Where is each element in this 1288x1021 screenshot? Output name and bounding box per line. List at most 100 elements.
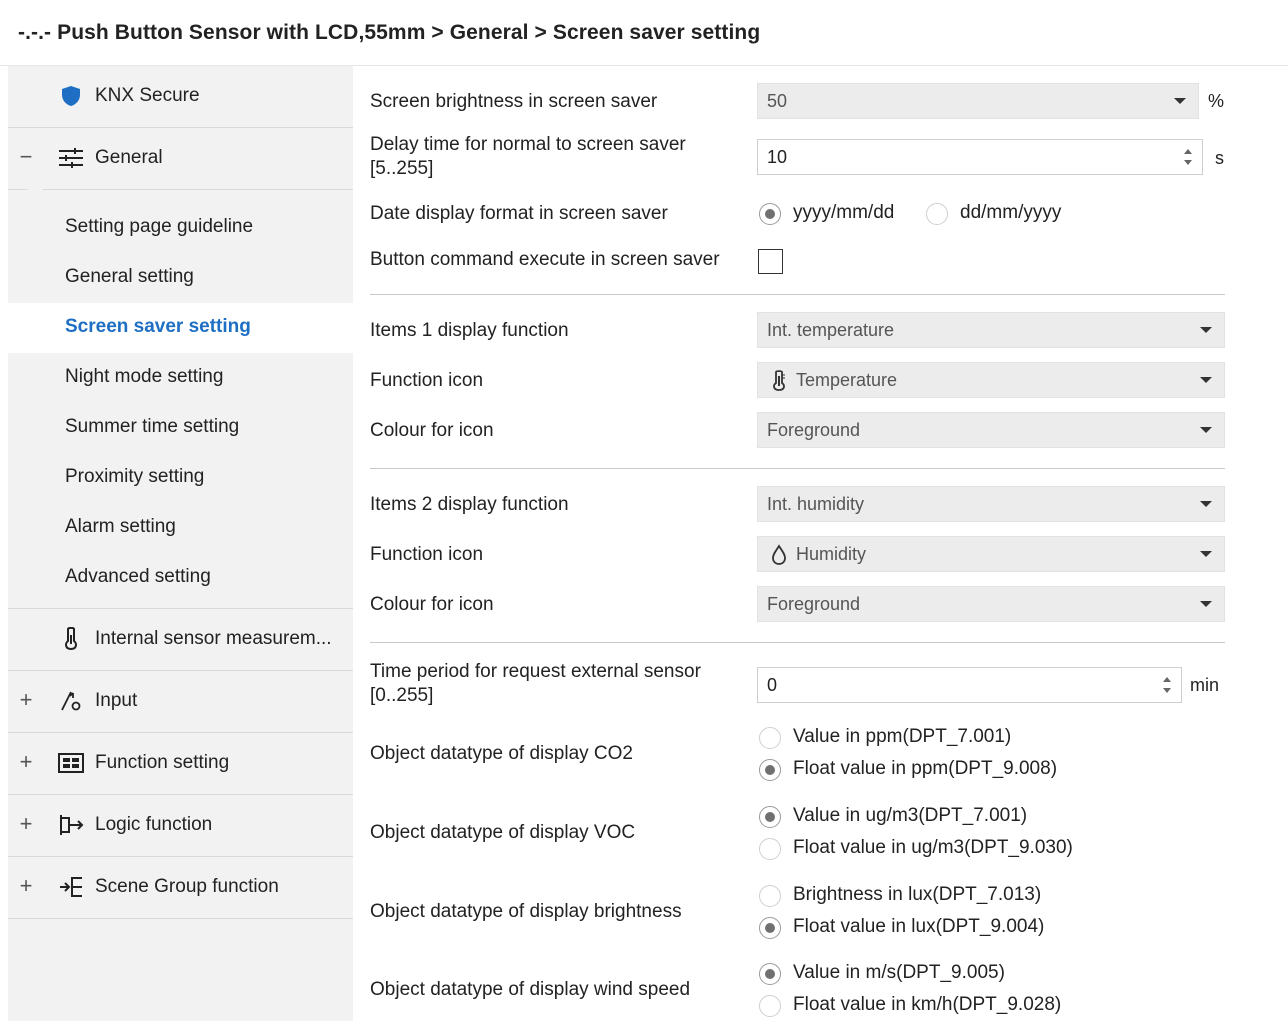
brightness-unit: % — [1208, 91, 1225, 111]
item1-icon-value: Temperature — [796, 370, 898, 390]
period-unit: min — [1190, 675, 1220, 695]
sidebar-item-input[interactable]: + Input — [8, 671, 353, 733]
radio-label: Value in m/s(DPT_9.005) — [793, 962, 1005, 983]
sidebar-subitem-general-setting[interactable]: General setting — [8, 253, 353, 303]
brightness-select[interactable]: 50 — [757, 83, 1199, 119]
brightness-value: 50 — [767, 91, 788, 111]
item1-colour-select[interactable]: Foreground — [757, 412, 1225, 448]
sidebar-item-label: KNX Secure — [95, 85, 200, 106]
radio-label: Float value in ug/m3(DPT_9.030) — [793, 837, 1073, 858]
logic-icon — [58, 812, 84, 838]
item2-icon-select[interactable]: Humidity — [757, 536, 1225, 572]
sidebar-subitem-proximity-setting[interactable]: Proximity setting — [8, 453, 353, 503]
sidebar-subitem-label: General setting — [65, 266, 194, 287]
radio-circle — [759, 759, 781, 781]
sidebar-item-label: Scene Group function — [95, 876, 279, 897]
sidebar-item-internal-sensor[interactable]: Internal sensor measurem... — [8, 609, 353, 671]
period-value: 0 — [767, 675, 778, 695]
radio-label: Brightness in lux(DPT_7.013) — [793, 884, 1042, 905]
item1-display-label: Items 1 display function — [370, 320, 569, 341]
delay-spinbox[interactable]: 10 — [757, 139, 1203, 175]
item2-icon-value: Humidity — [796, 544, 867, 564]
section-divider — [370, 294, 1225, 295]
sidebar-item-logic-function[interactable]: + Logic function — [8, 795, 353, 857]
chevron-down-icon — [1200, 427, 1212, 433]
delay-range-label: [5..255] — [370, 158, 434, 179]
radio-label: Float value in lux(DPT_9.004) — [793, 916, 1045, 937]
sidebar-subitem-advanced-setting[interactable]: Advanced setting — [8, 553, 353, 603]
item2-display-label: Items 2 display function — [370, 494, 569, 515]
spin-up-icon[interactable] — [1163, 677, 1171, 682]
sidebar-item-function-setting[interactable]: + Function setting — [8, 733, 353, 795]
item1-display-select[interactable]: Int. temperature — [757, 312, 1225, 348]
scene-icon — [58, 874, 84, 900]
expand-icon[interactable]: + — [18, 873, 34, 899]
item2-colour-value: Foreground — [767, 594, 861, 614]
delay-label: Delay time for normal to screen saver — [370, 134, 686, 155]
sidebar-subitem-label: Screen saver setting — [65, 316, 251, 337]
sidebar-item-knx-secure[interactable]: KNX Secure — [8, 66, 353, 128]
radio-circle — [926, 203, 948, 225]
sidebar-item-general[interactable]: − General — [8, 128, 353, 190]
sidebar-subitem-label: Night mode setting — [65, 366, 224, 387]
period-range-label: [0..255] — [370, 685, 434, 706]
sidebar-subitem-alarm-setting[interactable]: Alarm setting — [8, 503, 353, 553]
radio-label: Float value in km/h(DPT_9.028) — [793, 994, 1062, 1015]
sidebar-subitem-label: Summer time setting — [65, 416, 240, 437]
collapse-icon[interactable]: − — [18, 144, 34, 170]
item1-colour-label: Colour for icon — [370, 420, 494, 441]
chevron-down-icon — [1200, 501, 1212, 507]
sidebar-item-label: Input — [95, 690, 138, 711]
item2-icon-label: Function icon — [370, 544, 484, 565]
sidebar-subitem-night-mode-setting[interactable]: Night mode setting — [8, 353, 353, 403]
sidebar: KNX Secure − General Setting page guidel… — [8, 66, 355, 1021]
section-divider — [370, 468, 1225, 469]
radio-label: Value in ug/m3(DPT_7.001) — [793, 805, 1028, 826]
sidebar-subitem-setting-page-guideline[interactable]: Setting page guideline — [8, 203, 353, 253]
input-icon — [58, 688, 84, 714]
radio-label: Float value in ppm(DPT_9.008) — [793, 758, 1058, 779]
item1-display-value: Int. temperature — [767, 320, 895, 340]
sidebar-item-scene-group[interactable]: + Scene Group function — [8, 857, 353, 919]
radio-label: Value in ppm(DPT_7.001) — [793, 726, 1012, 747]
chevron-down-icon — [1200, 601, 1212, 607]
breadcrumb: -.-.- Push Button Sensor with LCD,55mm >… — [18, 21, 761, 44]
brightness-label: Screen brightness in screen saver — [370, 91, 658, 112]
co2-label: Object datatype of display CO2 — [370, 743, 633, 764]
spin-down-icon[interactable] — [1163, 688, 1171, 693]
sidebar-subitem-label: Proximity setting — [65, 466, 205, 487]
item1-icon-label: Function icon — [370, 370, 484, 391]
expand-icon[interactable]: + — [18, 687, 34, 713]
date-format-label: Date display format in screen saver — [370, 203, 668, 224]
item1-icon-select[interactable]: Temperature — [757, 362, 1225, 398]
delay-value: 10 — [767, 147, 788, 167]
radio-label: yyyy/mm/dd — [793, 202, 895, 223]
wind-label: Object datatype of display wind speed — [370, 979, 691, 1000]
sidebar-subitem-label: Advanced setting — [65, 566, 211, 587]
radio-circle — [759, 838, 781, 860]
radio-circle — [759, 727, 781, 749]
title-bar: -.-.- Push Button Sensor with LCD,55mm >… — [0, 0, 1288, 66]
sidebar-item-label: General — [95, 147, 163, 168]
sidebar-subitem-screen-saver-setting[interactable]: Screen saver setting — [8, 303, 355, 353]
item2-display-select[interactable]: Int. humidity — [757, 486, 1225, 522]
delay-unit: s — [1215, 148, 1224, 168]
period-spinbox[interactable]: 0 — [757, 667, 1182, 703]
period-label: Time period for request external sensor — [370, 661, 701, 682]
radio-circle — [759, 917, 781, 939]
brightness-type-label: Object datatype of display brightness — [370, 901, 682, 922]
expand-icon[interactable]: + — [18, 811, 34, 837]
sidebar-subitem-label: Alarm setting — [65, 516, 176, 537]
sidebar-item-label: Function setting — [95, 752, 230, 773]
chevron-down-icon — [1200, 327, 1212, 333]
thermometer-icon — [773, 370, 785, 391]
button-command-checkbox[interactable] — [758, 249, 783, 274]
item2-colour-select[interactable]: Foreground — [757, 586, 1225, 622]
item1-colour-value: Foreground — [767, 420, 861, 440]
sidebar-subitem-summer-time-setting[interactable]: Summer time setting — [8, 403, 353, 453]
expand-icon[interactable]: + — [18, 749, 34, 775]
spin-down-icon[interactable] — [1184, 160, 1192, 165]
spin-up-icon[interactable] — [1184, 149, 1192, 154]
sidebar-item-label: Internal sensor measurem... — [95, 628, 332, 649]
expand-caret — [24, 186, 46, 197]
